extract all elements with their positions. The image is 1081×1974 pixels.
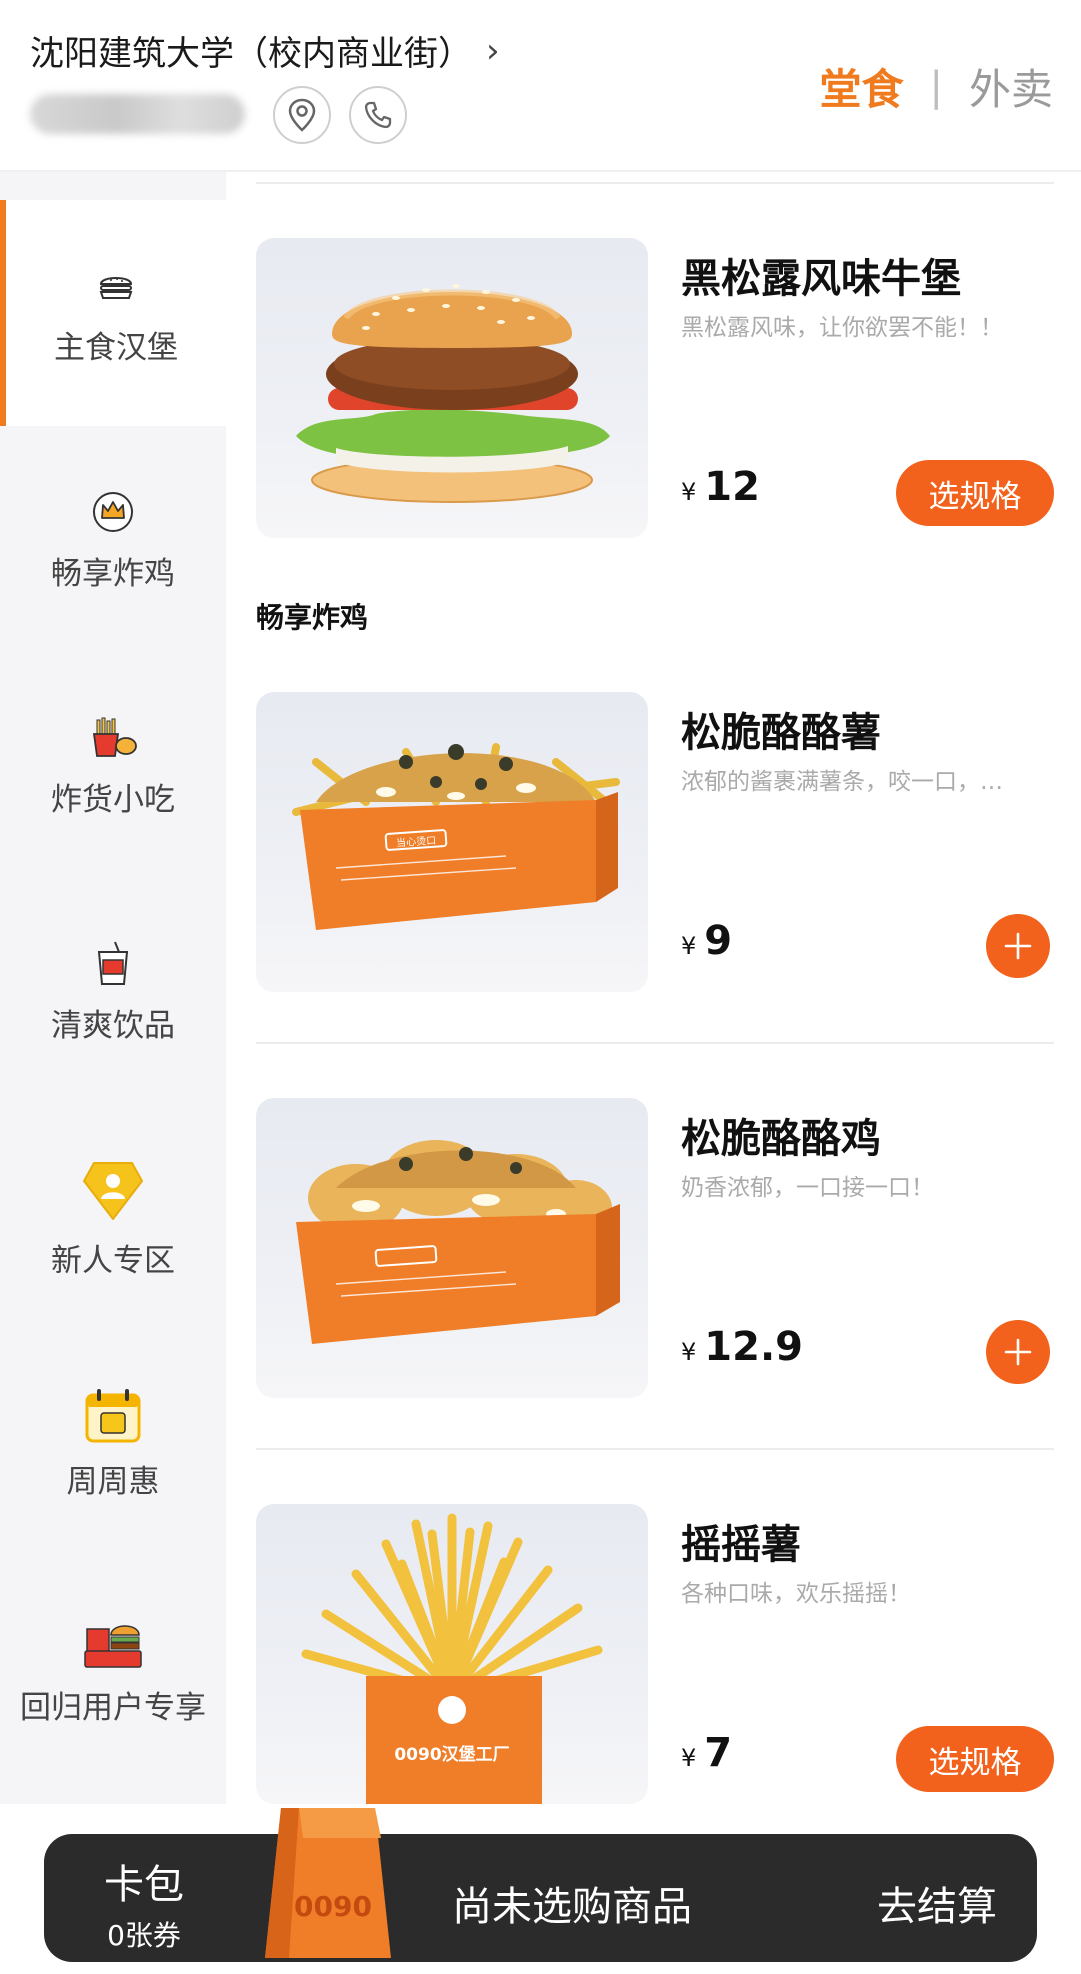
- add-to-cart-button[interactable]: [986, 914, 1050, 978]
- product-name: 摇摇薯: [681, 1522, 801, 1568]
- sidebar-item-label: 主食汉堡: [54, 329, 178, 366]
- cart-status-text: 尚未选购商品: [452, 1884, 692, 1930]
- cart-bag-icon[interactable]: 0090: [259, 1798, 397, 1966]
- plus-icon: [1004, 932, 1032, 960]
- divider: [256, 1042, 1054, 1044]
- price-value: 12: [704, 464, 760, 510]
- product-image-burger[interactable]: [256, 238, 648, 538]
- sidebar-item-label: 清爽饮品: [51, 1007, 175, 1044]
- product-description: 奶香浓郁，一口接一口！: [681, 1175, 934, 1201]
- returning-user-icon: [80, 1612, 146, 1672]
- product-price: ¥ 7: [681, 1730, 732, 1776]
- tab-takeaway[interactable]: 外卖: [969, 56, 1053, 117]
- category-sidebar: 主食汉堡 畅享炸鸡 炸货小吃 清爽饮品 新人专区 周周惠 回归用户专享: [0, 172, 226, 1804]
- dining-mode-switch: 堂食 | 外卖: [819, 56, 1053, 117]
- price-value: 7: [704, 1730, 733, 1776]
- burger-icon: [90, 260, 142, 312]
- menu-item-shaker-fries[interactable]: 0090汉堡工厂 摇摇薯 各种口味，欢乐摇摇！ ¥ 7 选规格: [256, 1504, 1054, 1804]
- store-address-blurred: [30, 94, 245, 134]
- sidebar-item-label: 回归用户专享: [20, 1689, 206, 1726]
- sidebar-item-label: 炸货小吃: [51, 781, 175, 818]
- menu-item-truffle-burger[interactable]: 黑松露风味牛堡 黑松露风味，让你欲罢不能！！ ¥ 12 选规格: [256, 238, 1054, 538]
- location-pin-icon: [288, 98, 316, 132]
- section-title-fried-chicken: 畅享炸鸡: [256, 601, 369, 634]
- product-image-cheesy-fries[interactable]: 当心烫口: [256, 692, 648, 992]
- store-name-link[interactable]: 沈阳建筑大学（校内商业街） ›: [30, 26, 500, 75]
- sidebar-item-label: 周周惠: [66, 1463, 160, 1500]
- menu-list: 黑松露风味牛堡 黑松露风味，让你欲罢不能！！ ¥ 12 选规格 畅享炸鸡 当心烫…: [226, 172, 1081, 1804]
- product-name: 松脆酪酪薯: [681, 710, 881, 756]
- divider: [256, 182, 1054, 184]
- phone-icon: [364, 101, 392, 129]
- store-name: 沈阳建筑大学（校内商业街）: [30, 34, 472, 74]
- sidebar-item-burgers[interactable]: 主食汉堡: [0, 200, 226, 426]
- sidebar-item-label: 畅享炸鸡: [51, 555, 175, 592]
- wallet-title: 卡包: [104, 1862, 184, 1908]
- currency-symbol: ¥: [681, 1338, 697, 1366]
- product-price: ¥ 12.9: [681, 1324, 803, 1370]
- currency-symbol: ¥: [681, 1744, 697, 1772]
- product-name: 松脆酪酪鸡: [681, 1116, 881, 1162]
- product-description: 浓郁的酱裹满薯条，咬一口，…: [681, 769, 1003, 795]
- mode-divider: |: [929, 63, 943, 110]
- phone-button[interactable]: [349, 86, 407, 144]
- product-image-cheesy-chicken[interactable]: [256, 1098, 648, 1398]
- chevron-right-icon: ›: [486, 30, 500, 71]
- select-options-button[interactable]: 选规格: [896, 1726, 1054, 1792]
- product-name: 黑松露风味牛堡: [681, 256, 961, 302]
- store-header: 沈阳建筑大学（校内商业街） › 堂食 | 外卖: [0, 0, 1081, 172]
- crown-icon: [87, 486, 139, 538]
- sidebar-item-new-users[interactable]: 新人专区: [0, 1104, 226, 1330]
- currency-symbol: ¥: [681, 932, 697, 960]
- calendar-deal-icon: [80, 1386, 146, 1446]
- drink-icon: [87, 938, 139, 990]
- sidebar-item-returning-users[interactable]: 回归用户专享: [0, 1556, 226, 1782]
- product-description: 黑松露风味，让你欲罢不能！！: [681, 315, 1003, 341]
- currency-symbol: ¥: [681, 478, 697, 506]
- page: 沈阳建筑大学（校内商业街） › 堂食 | 外卖 主食汉堡 畅享炸鸡 炸货小吃 清…: [0, 0, 1081, 1974]
- cup-brand-text: 0090汉堡工厂: [394, 1744, 509, 1765]
- new-user-badge-icon: [78, 1155, 148, 1225]
- sidebar-item-fried-chicken[interactable]: 畅享炸鸡: [0, 426, 226, 652]
- select-options-button[interactable]: 选规格: [896, 460, 1054, 526]
- plus-icon: [1004, 1338, 1032, 1366]
- product-price: ¥ 12: [681, 464, 760, 510]
- checkout-button[interactable]: 去结算: [877, 1874, 997, 1932]
- price-value: 12.9: [704, 1324, 803, 1370]
- menu-item-cheesy-chicken[interactable]: 松脆酪酪鸡 奶香浓郁，一口接一口！ ¥ 12.9: [256, 1098, 1054, 1398]
- sidebar-item-label: 新人专区: [51, 1242, 175, 1279]
- product-description: 各种口味，欢乐摇摇！: [681, 1581, 911, 1607]
- location-button[interactable]: [273, 86, 331, 144]
- coupon-count: 0张券: [107, 1919, 181, 1952]
- price-value: 9: [704, 918, 733, 964]
- add-to-cart-button[interactable]: [986, 1320, 1050, 1384]
- fries-icon: [87, 712, 139, 764]
- sidebar-item-snacks[interactable]: 炸货小吃: [0, 652, 226, 878]
- cart-bar[interactable]: 卡包 0张券 0090 尚未选购商品 去结算: [44, 1808, 1037, 1962]
- tab-dine-in[interactable]: 堂食: [819, 56, 903, 117]
- bag-brand-text: 0090: [294, 1890, 372, 1923]
- sidebar-item-drinks[interactable]: 清爽饮品: [0, 878, 226, 1104]
- menu-item-cheesy-fries[interactable]: 当心烫口 松脆酪酪薯 浓郁的酱裹满薯条，咬一口，… ¥ 9: [256, 692, 1054, 992]
- sidebar-item-weekly-deals[interactable]: 周周惠: [0, 1330, 226, 1556]
- product-image-shaker-fries[interactable]: 0090汉堡工厂: [256, 1504, 648, 1804]
- divider: [256, 1448, 1054, 1450]
- coupon-wallet[interactable]: 卡包 0张券: [104, 1852, 184, 1954]
- product-price: ¥ 9: [681, 918, 732, 964]
- sidebar-top-spacer: [0, 172, 226, 200]
